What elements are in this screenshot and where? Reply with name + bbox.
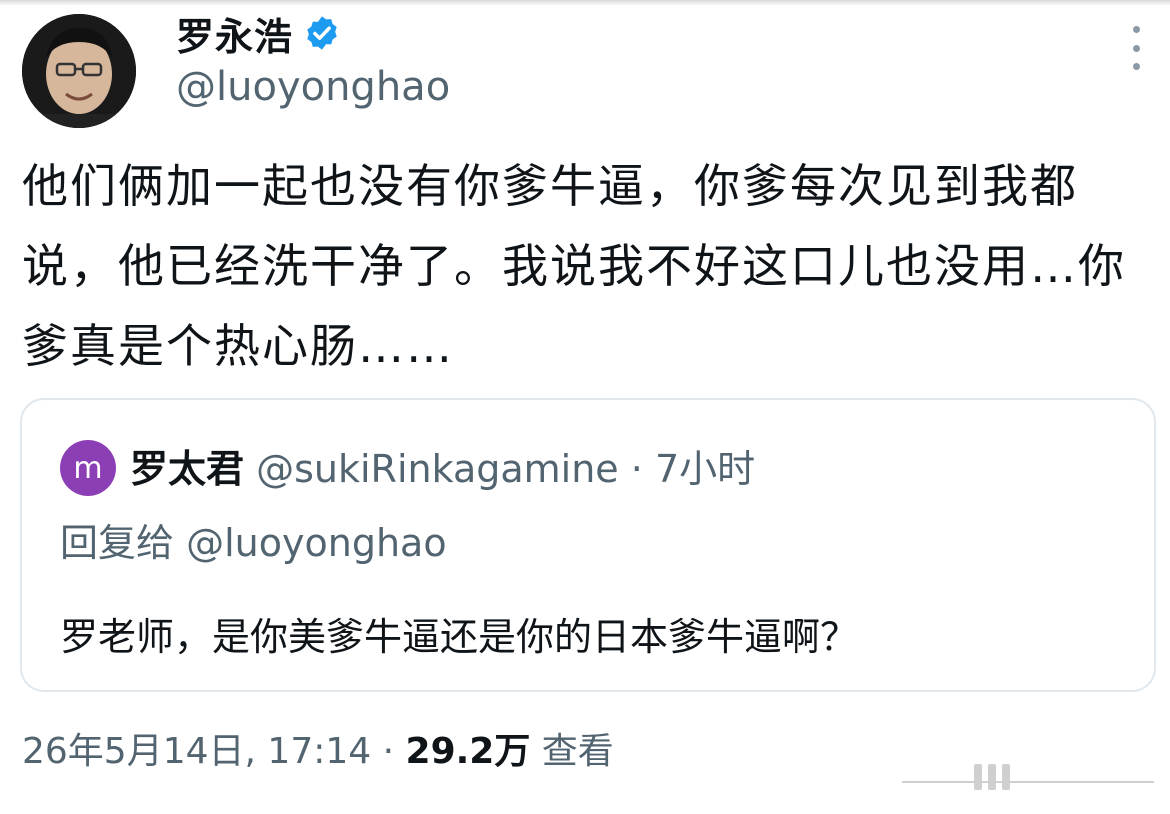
verified-badge-icon xyxy=(303,14,341,52)
reply-prefix: 回复给 xyxy=(60,521,175,565)
tweet-metadata: 26年5月14日, 17:14 · 29.2万 查看 xyxy=(22,722,614,774)
watermark-graphic xyxy=(898,762,1160,794)
views-label: 查看 xyxy=(541,731,614,772)
author-handle[interactable]: @luoyonghao xyxy=(176,64,450,110)
quoted-author-avatar[interactable]: m xyxy=(60,440,116,496)
quoted-tweet-time[interactable]: 7小时 xyxy=(655,447,755,491)
separator-dot: · xyxy=(630,447,643,491)
dot xyxy=(1132,44,1140,52)
quoted-tweet-text: 罗老师，是你美爹牛逼还是你的日本爹牛逼啊？ xyxy=(60,615,859,659)
more-options-icon[interactable] xyxy=(1122,26,1150,70)
dot xyxy=(1132,63,1140,70)
reply-context: 回复给 @luoyonghao xyxy=(60,512,447,567)
tweet-timestamp[interactable]: 26年5月14日, 17:14 xyxy=(22,731,371,772)
quoted-tweet-header: 罗太君 @sukiRinkagamine · 7小时 xyxy=(130,438,755,493)
tweet-text: 他们俩加一起也没有你爹牛逼，你爹每次见到我都说，他已经洗干净了。我说我不好这口儿… xyxy=(22,159,1126,373)
author-display-name[interactable]: 罗永浩 xyxy=(176,6,293,61)
dot xyxy=(1132,26,1140,33)
reply-mention-link[interactable]: @luoyonghao xyxy=(186,521,446,565)
quoted-author-handle[interactable]: @sukiRinkagamine xyxy=(256,447,619,491)
views-count: 29.2万 xyxy=(405,731,531,772)
author-avatar[interactable] xyxy=(22,14,136,128)
quoted-author-name[interactable]: 罗太君 xyxy=(130,447,244,491)
separator-dot: · xyxy=(382,731,395,772)
quoted-tweet-card[interactable]: m 罗太君 @sukiRinkagamine · 7小时 回复给 @luoyon… xyxy=(20,398,1156,692)
author-name-row: 罗永浩 xyxy=(176,6,341,61)
